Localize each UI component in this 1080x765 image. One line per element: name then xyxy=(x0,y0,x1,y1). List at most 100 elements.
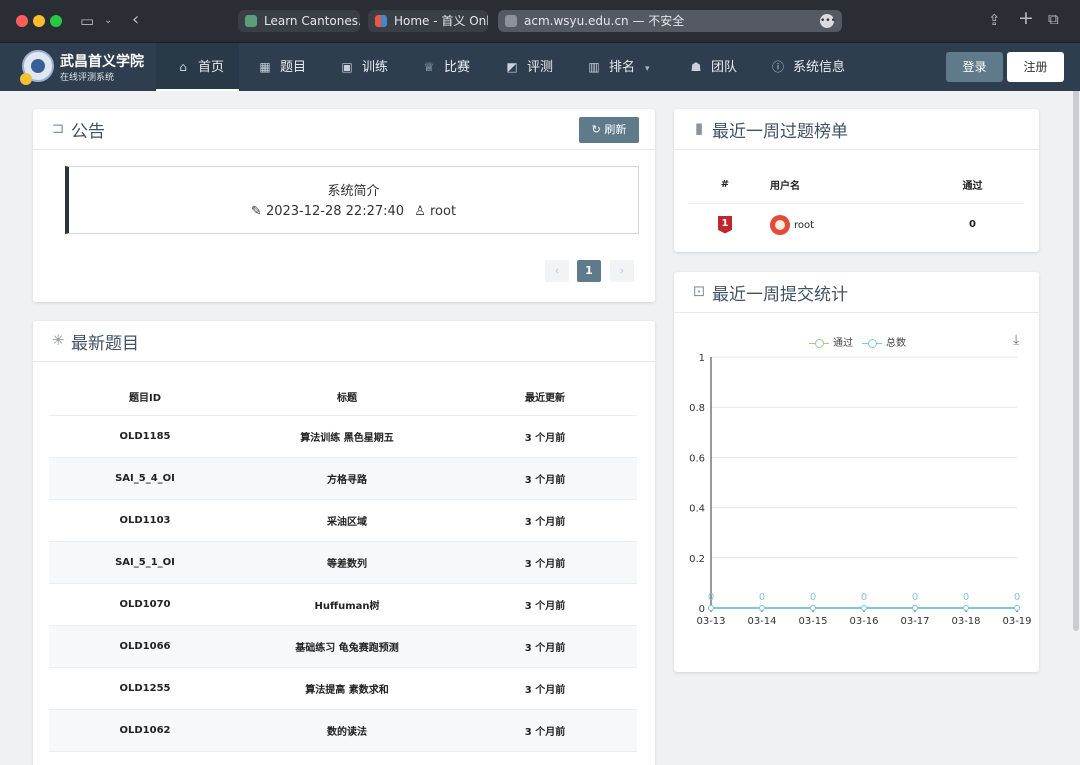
problem-title-cell[interactable]: 基础练习 龟兔赛跑预测 xyxy=(241,625,453,668)
table-row[interactable]: OLD1066 基础练习 龟兔赛跑预测 3 个月前 xyxy=(49,625,637,668)
nav-rank[interactable]: ▥ 排名 ▾ xyxy=(587,43,649,91)
page-number-button[interactable]: 1 xyxy=(577,260,601,282)
new-tab-icon[interactable]: + xyxy=(1018,9,1034,28)
username[interactable]: root xyxy=(794,220,814,231)
updated-cell: 3 个月前 xyxy=(453,541,637,584)
table-row[interactable]: OLD1070 Huffuman树 3 个月前 xyxy=(49,583,637,626)
table-row[interactable]: SAI_5_1_OI 等差数列 3 个月前 xyxy=(49,541,637,584)
table-row[interactable]: 1 root 0 xyxy=(688,203,1024,245)
announcement-item[interactable]: 系统简介 ✎ 2023-12-28 22:27:40 ♙ root xyxy=(65,166,639,234)
chart-line-icon: ◩ xyxy=(506,60,518,74)
address-bar[interactable]: acm.wsyu.edu.cn — 不安全 ••• xyxy=(498,10,842,32)
share-icon[interactable]: ⇪ xyxy=(988,12,1001,28)
table-row[interactable]: OLD1099传纸条3 个月前 xyxy=(49,751,637,765)
problem-id-cell[interactable]: OLD1099 xyxy=(49,751,241,765)
updated-cell: 3 个月前 xyxy=(453,583,637,626)
x-tick-label: 03-14 xyxy=(747,616,776,627)
avatar xyxy=(770,214,790,235)
announcement-meta: ✎ 2023-12-28 22:27:40 ♙ root xyxy=(69,204,638,219)
zoom-window-button[interactable] xyxy=(50,15,62,27)
table-row[interactable]: SAI_5_4_OI 方格寻路 3 个月前 xyxy=(49,457,637,500)
nav-team[interactable]: ☗ 团队 xyxy=(689,43,737,91)
data-point xyxy=(1014,605,1020,611)
problem-title-cell[interactable]: Huffuman树 xyxy=(241,583,453,626)
tab-learn-cantonese[interactable]: Learn Cantones... xyxy=(238,10,360,32)
card-header: ✳ 最新题目 xyxy=(33,321,655,362)
data-label: 0 xyxy=(810,592,816,603)
problem-id-cell[interactable]: SAI_5_4_OI xyxy=(49,457,241,500)
tab-label: Home - 首义 Onl... xyxy=(394,14,488,28)
nav-contest[interactable]: ♕ 比赛 xyxy=(422,43,470,91)
site-header: 武昌首义学院 在线评测系统 ⌂ 首页 ▦ 题目 ▣ 训练 ♕ 比赛 ◩ 评测 ▥ 排名 ▾ ☗… xyxy=(0,43,1080,91)
tab-label: Learn Cantones... xyxy=(264,14,360,28)
problem-title-cell[interactable]: 算法训练 黑色星期五 xyxy=(241,415,453,458)
table-row[interactable]: OLD1185 算法训练 黑色星期五 3 个月前 xyxy=(49,415,637,458)
y-tick-label: 0.4 xyxy=(689,504,705,515)
problem-id-cell[interactable]: OLD1255 xyxy=(49,667,241,710)
browser-toolbar: ▭ ⌄ ‹ Learn Cantones... Home - 首义 Onl...… xyxy=(0,0,1080,43)
nav-label: 系统信息 xyxy=(793,60,846,75)
problem-title-cell[interactable]: 数的读法 xyxy=(241,709,453,752)
nav-status[interactable]: ◩ 评测 xyxy=(505,43,553,91)
problem-title-cell[interactable]: 等差数列 xyxy=(241,541,453,584)
register-button[interactable]: 注册 xyxy=(1007,52,1064,82)
home-icon: ⌂ xyxy=(179,60,187,74)
latest-problems-card: ✳ 最新题目 题目ID 标题 最近更新 OLD1185 算法训练 黑色星期五 3 个… xyxy=(33,321,655,765)
card-title: 最新题目 xyxy=(71,334,139,354)
tab-favicon-icon xyxy=(245,15,257,27)
tab-overview-icon[interactable]: ⧉ xyxy=(1048,11,1059,27)
page-icon xyxy=(505,15,517,27)
problem-id-cell[interactable]: OLD1103 xyxy=(49,499,241,542)
problem-id-cell[interactable]: OLD1062 xyxy=(49,709,241,752)
tab-favicon-icon xyxy=(375,15,387,27)
minimize-window-button[interactable] xyxy=(33,15,45,27)
user-cell[interactable]: root xyxy=(762,203,921,245)
nav-label: 排名 xyxy=(609,60,636,75)
rank-cell: 1 xyxy=(688,203,762,245)
login-button[interactable]: 登录 xyxy=(946,52,1003,82)
card-title: 最近一周提交统计 xyxy=(712,285,848,305)
pencil-icon: ✎ xyxy=(250,204,262,219)
problem-id-cell[interactable]: OLD1066 xyxy=(49,625,241,668)
problem-title-cell[interactable]: 传纸条 xyxy=(241,751,453,765)
scrollbar[interactable] xyxy=(1072,91,1080,765)
nav-training[interactable]: ▣ 训练 xyxy=(340,43,388,91)
address-text: acm.wsyu.edu.cn — 不安全 xyxy=(524,14,685,28)
table-row[interactable]: OLD1255 算法提高 素数求和 3 个月前 xyxy=(49,667,637,710)
y-tick-label: 0.2 xyxy=(689,554,705,565)
clipboard-icon: ▣ xyxy=(341,60,353,74)
prev-page-button[interactable]: ‹ xyxy=(545,260,569,282)
table-row[interactable]: OLD1103 采油区域 3 个月前 xyxy=(49,499,637,542)
refresh-button[interactable]: ↻ 刷新 xyxy=(579,117,639,143)
back-icon[interactable]: ‹ xyxy=(132,11,139,29)
scrollbar-thumb[interactable] xyxy=(1073,91,1079,631)
site-name[interactable]: 武昌首义学院 xyxy=(60,51,144,71)
announcement-title[interactable]: 系统简介 xyxy=(69,180,638,199)
problem-title-cell[interactable]: 采油区域 xyxy=(241,499,453,542)
more-icon[interactable]: ••• xyxy=(820,14,836,28)
table-row[interactable]: OLD1062 数的读法 3 个月前 xyxy=(49,709,637,752)
bar-chart-icon: ▮ xyxy=(694,119,704,137)
problem-title-cell[interactable]: 算法提高 素数求和 xyxy=(241,667,453,710)
nav-label: 比赛 xyxy=(444,60,471,75)
x-tick-label: 03-15 xyxy=(798,616,827,627)
data-label: 0 xyxy=(912,592,918,603)
announcement-card: ⊐ 公告 ↻ 刷新 系统简介 ✎ 2023-12-28 22:27:40 ♙ r… xyxy=(33,109,655,302)
chevron-down-icon[interactable]: ⌄ xyxy=(104,13,112,29)
column-header: 标题 xyxy=(337,392,357,404)
presentation-icon: ⊐ xyxy=(51,119,65,137)
nav-problems[interactable]: ▦ 题目 xyxy=(258,43,306,91)
problem-id-cell[interactable]: OLD1070 xyxy=(49,583,241,626)
problem-title-cell[interactable]: 方格寻路 xyxy=(241,457,453,500)
problem-id-cell[interactable]: OLD1185 xyxy=(49,415,241,458)
nav-system-info[interactable]: ⓘ 系统信息 xyxy=(771,43,845,91)
close-window-button[interactable] xyxy=(16,15,28,27)
next-page-button[interactable]: › xyxy=(610,260,634,282)
problem-id-cell[interactable]: SAI_5_1_OI xyxy=(49,541,241,584)
data-label: 0 xyxy=(708,592,714,603)
nav-label: 团队 xyxy=(711,60,738,75)
tab-home-oj[interactable]: Home - 首义 Onl... xyxy=(368,10,488,32)
nav-home[interactable]: ⌂ 首页 xyxy=(156,43,239,91)
data-label: 0 xyxy=(861,592,867,603)
sidebar-toggle-icon[interactable]: ▭ xyxy=(80,13,94,29)
